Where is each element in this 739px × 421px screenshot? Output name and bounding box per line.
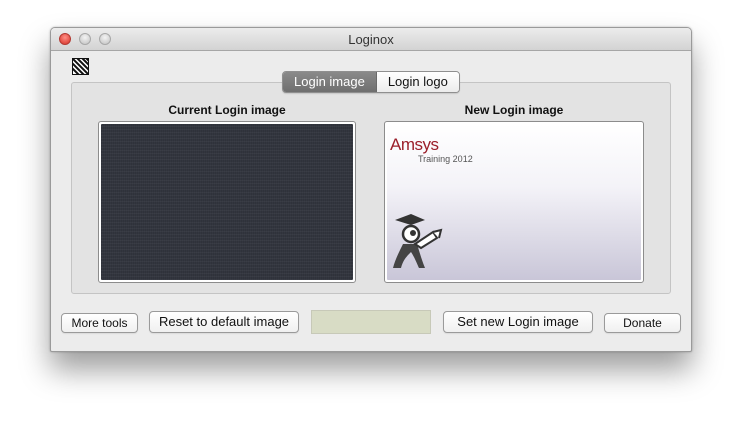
app-icon (72, 58, 89, 75)
current-image-well (98, 121, 356, 283)
app-window: Loginox Current Login image New Login im… (50, 27, 692, 352)
tab-bar: Login image Login logo (282, 71, 460, 93)
current-image (101, 124, 353, 280)
new-image-drop-well[interactable]: Amsys Training 2012 (384, 121, 644, 283)
status-field (311, 310, 431, 334)
brand-subtitle: Training 2012 (418, 154, 473, 164)
mascot-icon (393, 214, 443, 268)
donate-button[interactable]: Donate (604, 313, 681, 333)
brand-logo-text: Amsys (390, 135, 439, 154)
new-image-label: New Login image (464, 103, 564, 117)
tab-login-logo[interactable]: Login logo (376, 72, 459, 92)
window-title: Loginox (348, 32, 394, 47)
reset-default-button[interactable]: Reset to default image (149, 311, 299, 333)
set-new-login-image-button[interactable]: Set new Login image (443, 311, 593, 333)
tab-login-image[interactable]: Login image (283, 72, 377, 92)
title-bar[interactable]: Loginox (51, 28, 691, 51)
more-tools-button[interactable]: More tools (61, 313, 138, 333)
current-image-label: Current Login image (168, 103, 286, 117)
new-image: Amsys Training 2012 (387, 124, 641, 280)
tab-panel: Current Login image New Login image Amsy… (71, 82, 671, 294)
